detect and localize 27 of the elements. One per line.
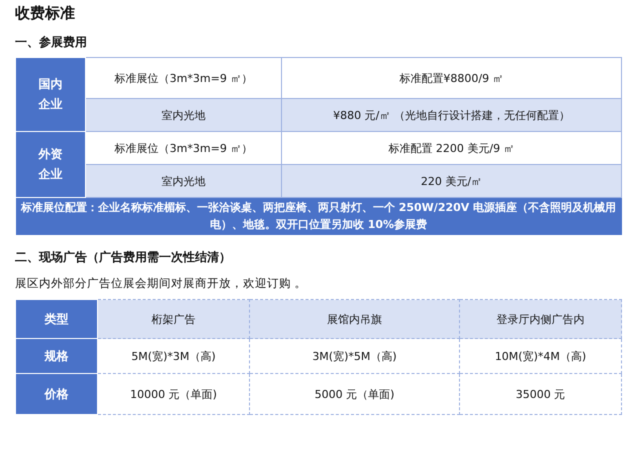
row-header: 类型 <box>16 300 98 338</box>
table-cell: 10M(宽)*4M（高) <box>460 338 622 374</box>
column-header: 登录厅内侧广告内 <box>460 300 622 338</box>
section-heading: 二、现场广告（广告费用需一次性结清） <box>15 249 232 266</box>
table-cell: 标准配置 2200 美元/9 ㎡ <box>282 132 622 164</box>
intro-text: 展区内外部分广告位展会期间对展商开放，欢迎订购 。 <box>15 276 308 291</box>
table-cell: 10000 元（单面) <box>98 374 250 414</box>
table-cell: 35000 元 <box>460 374 622 414</box>
section-heading: 一、参展费用 <box>15 34 88 51</box>
table-cell: 标准展位（3m*3m=9 ㎡） <box>86 132 282 164</box>
table-cell: ¥880 元/㎡ （光地自行设计搭建，无任何配置） <box>282 98 622 132</box>
row-header: 外资企业 <box>16 132 86 198</box>
table-cell: 室内光地 <box>86 164 282 198</box>
page-title: 收费标准 <box>15 3 76 24</box>
note: 标准展位配置：企业名称标准楣标、一张洽谈桌、两把座椅、两只射灯、一个 250W/220V 电源插座（不含照明及机械用电）、地毯。双开口位置另加收 10%参展费 <box>16 198 622 235</box>
table-cell: 5000 元（单面) <box>250 374 460 414</box>
table-cell: 3M(宽)*5M（高) <box>250 338 460 374</box>
column-header: 展馆内吊旗 <box>250 300 460 338</box>
table-cell: 室内光地 <box>86 98 282 132</box>
table-cell: 标准配置¥8800/9 ㎡ <box>282 58 622 98</box>
column-header: 桁架广告 <box>98 300 250 338</box>
row-header: 规格 <box>16 338 98 374</box>
row-header: 国内企业 <box>16 58 86 132</box>
table-cell: 220 美元/㎡ <box>282 164 622 198</box>
table-cell: 标准展位（3m*3m=9 ㎡） <box>86 58 282 98</box>
table-cell: 5M(宽)*3M（高) <box>98 338 250 374</box>
row-header: 价格 <box>16 374 98 414</box>
